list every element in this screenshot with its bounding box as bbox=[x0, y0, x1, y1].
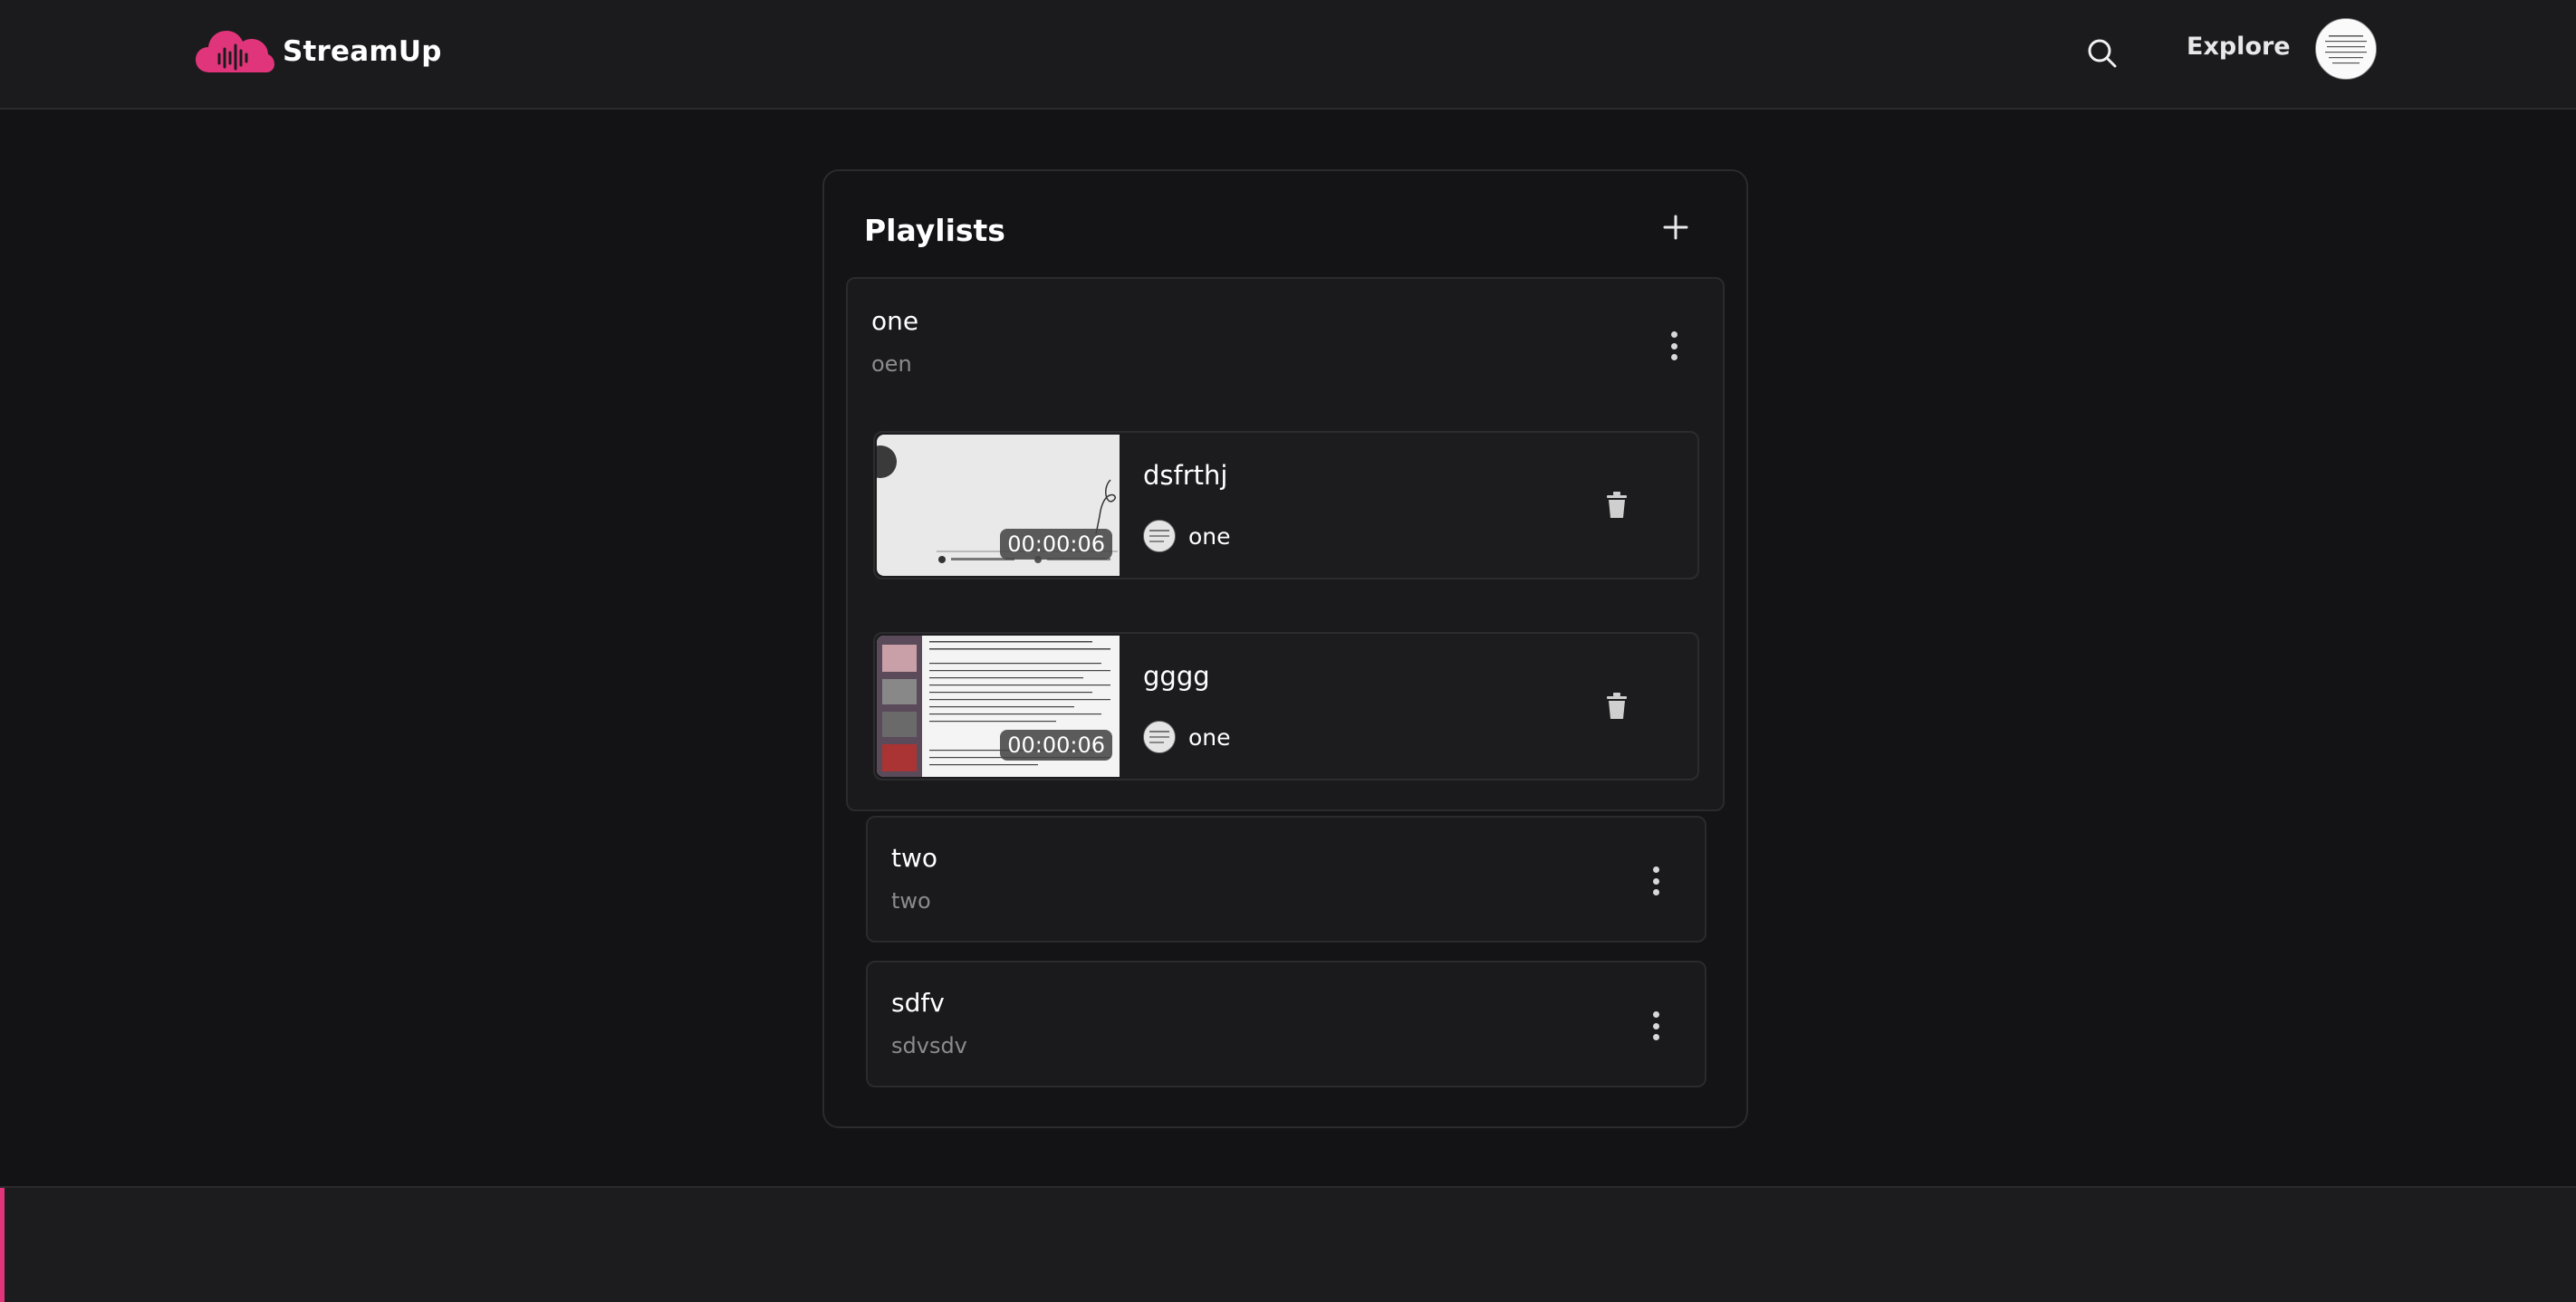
channel-name: one bbox=[1188, 723, 1231, 751]
more-vertical-icon[interactable] bbox=[1647, 1008, 1665, 1044]
playlist-name: sdfv bbox=[891, 988, 945, 1018]
playlist-item[interactable]: sdfv sdvsdv bbox=[866, 961, 1706, 1087]
playlist-item[interactable]: two two bbox=[866, 816, 1706, 943]
channel-avatar bbox=[1143, 520, 1176, 552]
streamup-logo-icon bbox=[196, 31, 274, 72]
explore-link[interactable]: Explore bbox=[2187, 33, 2291, 61]
playlist-description: sdvsdv bbox=[891, 1033, 967, 1058]
playlist-name: one bbox=[871, 306, 919, 336]
video-channel[interactable]: one bbox=[1143, 520, 1231, 552]
playlist-item-expanded[interactable]: one oen 00:00:06 dsfrthj one 00:00:06 gg… bbox=[846, 277, 1725, 811]
channel-name: one bbox=[1188, 522, 1231, 550]
channel-avatar bbox=[1143, 721, 1176, 753]
trash-icon[interactable] bbox=[1605, 692, 1629, 721]
plus-icon[interactable] bbox=[1658, 209, 1694, 245]
bottom-player-bar bbox=[0, 1186, 2576, 1302]
more-vertical-icon[interactable] bbox=[1665, 328, 1683, 364]
search-icon[interactable] bbox=[2083, 34, 2121, 72]
brand[interactable]: StreamUp bbox=[194, 27, 442, 76]
trash-icon[interactable] bbox=[1605, 491, 1629, 520]
playlist-name: two bbox=[891, 843, 938, 873]
video-thumbnail: 00:00:06 bbox=[877, 435, 1120, 576]
video-title: dsfrthj bbox=[1143, 460, 1228, 491]
user-avatar[interactable] bbox=[2315, 18, 2377, 80]
playlist-description: oen bbox=[871, 351, 912, 377]
brand-name: StreamUp bbox=[283, 35, 442, 68]
playlists-panel: Playlists one oen 00:00:06 dsfrthj one 0… bbox=[822, 169, 1748, 1128]
video-channel[interactable]: one bbox=[1143, 721, 1231, 753]
playlist-video-card[interactable]: 00:00:06 dsfrthj one bbox=[873, 431, 1699, 579]
video-thumbnail: 00:00:06 bbox=[877, 636, 1120, 777]
video-duration: 00:00:06 bbox=[1000, 730, 1112, 761]
video-duration: 00:00:06 bbox=[1000, 529, 1112, 560]
playlists-title: Playlists bbox=[864, 213, 1005, 248]
avatar-image bbox=[2316, 19, 2376, 79]
more-vertical-icon[interactable] bbox=[1647, 863, 1665, 899]
player-progress-accent bbox=[0, 1188, 5, 1302]
playlist-video-card[interactable]: 00:00:06 gggg one bbox=[873, 632, 1699, 780]
video-title: gggg bbox=[1143, 661, 1210, 692]
playlist-description: two bbox=[891, 888, 931, 914]
top-navbar: StreamUp Explore bbox=[0, 0, 2576, 110]
